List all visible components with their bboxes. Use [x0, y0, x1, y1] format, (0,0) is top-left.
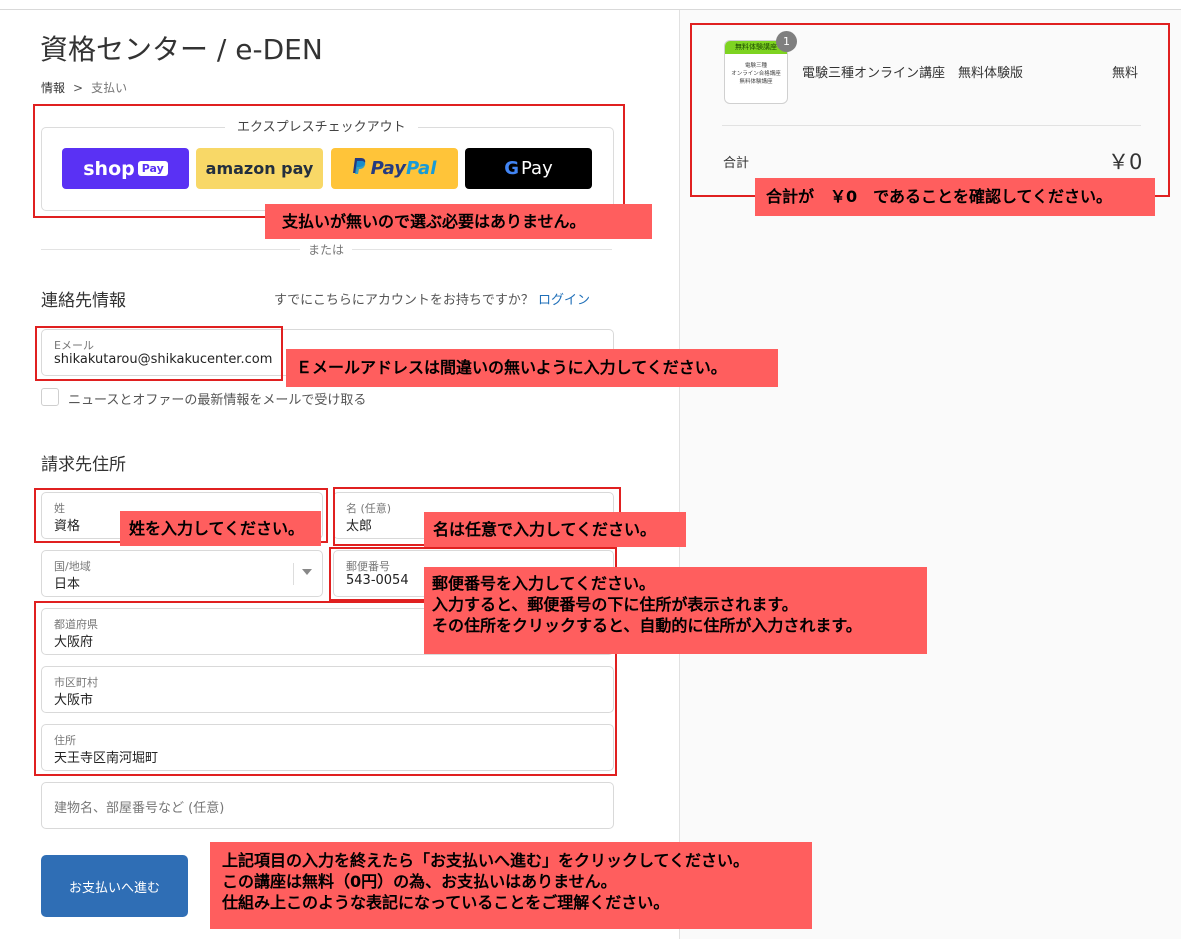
- postal-note: 郵便番号を入力してください。 入力すると、郵便番号の下に住所が表示されます。 そ…: [424, 567, 927, 654]
- building-field[interactable]: 建物名、部屋番号など (任意): [41, 782, 614, 829]
- building-placeholder: 建物名、部屋番号など (任意): [54, 801, 225, 816]
- select-separator: [293, 563, 294, 585]
- have-account-text: すでにこちらにアカウントをお持ちですか？: [274, 293, 534, 308]
- first-name-note: 名は任意で入力してください。: [424, 512, 686, 547]
- continue-note: 上記項目の入力を終えたら「お支払いへ進む」をクリックしてください。 この講座は無…: [210, 842, 812, 929]
- login-prompt: すでにこちらにアカウントをお持ちですか？ ログイン: [274, 289, 590, 308]
- breadcrumb-information[interactable]: 情報: [41, 81, 65, 95]
- country-value: 日本: [54, 577, 81, 592]
- email-note: Ｅメールアドレスは間違いの無いように入力してください。: [286, 349, 778, 387]
- store-title: 資格センター / e-DEN: [40, 33, 323, 66]
- email-highlight-box: [35, 326, 283, 381]
- contact-section-title: 連絡先情報: [41, 291, 126, 311]
- newsletter-checkbox[interactable]: [41, 388, 59, 406]
- total-note: 合計が ￥0 であることを確認してください。: [755, 178, 1155, 216]
- chevron-down-icon: [302, 569, 312, 575]
- or-label: または: [300, 241, 353, 258]
- newsletter-label[interactable]: ニュースとオファーの最新情報をメールで受け取る: [68, 389, 366, 408]
- country-select[interactable]: 国/地域 日本: [41, 550, 323, 597]
- last-name-note: 姓を入力してください。: [120, 511, 321, 546]
- breadcrumb-separator: >: [73, 81, 84, 95]
- breadcrumb: 情報 > 支払い: [41, 79, 127, 96]
- express-note: 支払いが無いので選ぶ必要はありません。: [265, 204, 652, 239]
- country-label: 国/地域: [54, 560, 91, 573]
- express-highlight-box: [33, 104, 625, 218]
- login-link[interactable]: ログイン: [538, 293, 590, 308]
- billing-section-title: 請求先住所: [41, 455, 126, 475]
- breadcrumb-payment: 支払い: [91, 81, 128, 95]
- summary-highlight-box: [690, 23, 1170, 197]
- continue-to-payment-button[interactable]: お支払いへ進む: [41, 855, 188, 917]
